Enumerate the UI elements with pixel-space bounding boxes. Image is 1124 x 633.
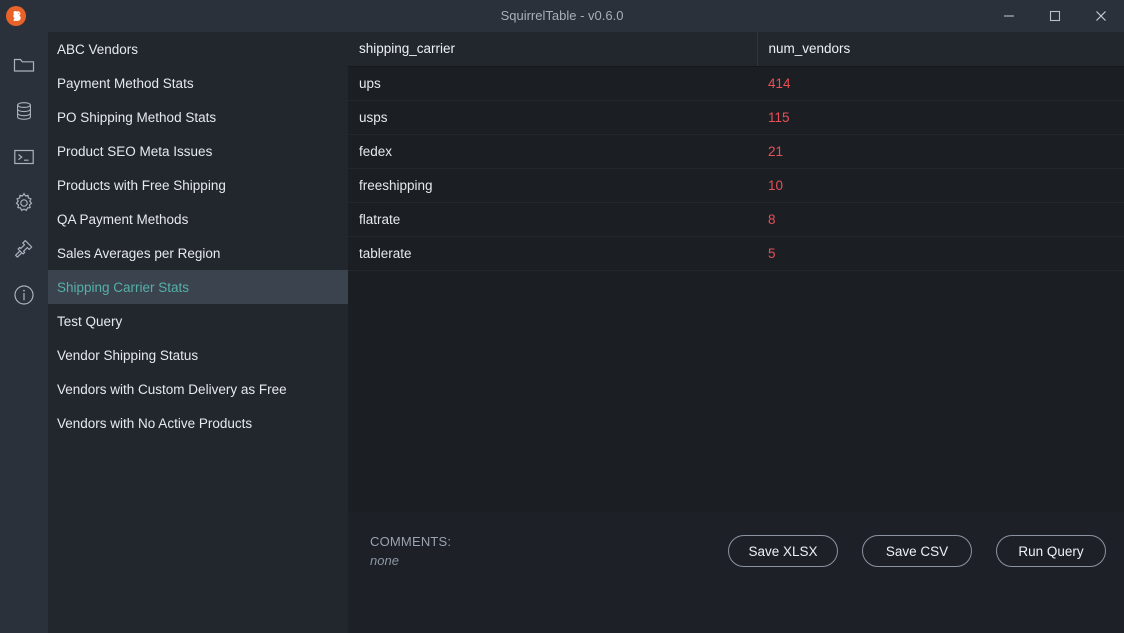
cell-shipping-carrier: fedex xyxy=(348,134,757,169)
sidebar-item-po-shipping-method-stats[interactable]: PO Shipping Method Stats xyxy=(48,100,348,134)
minimize-icon[interactable] xyxy=(986,0,1032,32)
sidebar-item-label: Vendors with No Active Products xyxy=(57,415,253,431)
squirrel-logo-icon xyxy=(6,6,26,26)
info-icon[interactable] xyxy=(0,278,48,312)
sidebar-item-label: Vendor Shipping Status xyxy=(57,347,199,363)
results-table-container: shipping_carrier num_vendors ups 414 usp… xyxy=(348,32,1124,512)
sidebar-item-abc-vendors[interactable]: ABC Vendors xyxy=(48,32,348,66)
table-row[interactable]: tablerate 5 xyxy=(348,236,1124,271)
table-row[interactable]: freeshipping 10 xyxy=(348,168,1124,203)
sidebar-item-label: Products with Free Shipping xyxy=(57,177,226,193)
terminal-icon[interactable] xyxy=(0,140,48,174)
cell-num-vendors: 10 xyxy=(757,168,1124,203)
table-row[interactable]: ups 414 xyxy=(348,66,1124,101)
cell-shipping-carrier: ups xyxy=(348,66,757,101)
gear-icon[interactable] xyxy=(0,186,48,220)
results-table: shipping_carrier num_vendors ups 414 usp… xyxy=(348,32,1124,271)
sidebar-item-qa-payment-methods[interactable]: QA Payment Methods xyxy=(48,202,348,236)
comments-block: COMMENTS: none xyxy=(370,534,451,568)
cell-num-vendors: 115 xyxy=(757,100,1124,135)
sidebar-item-label: Shipping Carrier Stats xyxy=(57,279,190,295)
sidebar-item-vendors-with-custom-delivery-as-free[interactable]: Vendors with Custom Delivery as Free xyxy=(48,372,348,406)
sidebar-item-label: Product SEO Meta Issues xyxy=(57,143,213,159)
query-list: ABC Vendors Payment Method Stats PO Ship… xyxy=(48,32,348,633)
table-body: ups 414 usps 115 fedex 21 freeshipping 1… xyxy=(348,66,1124,271)
table-row[interactable]: fedex 21 xyxy=(348,134,1124,169)
sidebar-item-products-with-free-shipping[interactable]: Products with Free Shipping xyxy=(48,168,348,202)
sidebar-item-payment-method-stats[interactable]: Payment Method Stats xyxy=(48,66,348,100)
cell-num-vendors: 8 xyxy=(757,202,1124,237)
app-window: SquirrelTable - v0.6.0 ABC Vendors Payme… xyxy=(0,0,1124,633)
folder-icon[interactable] xyxy=(0,48,48,82)
sidebar-item-label: Payment Method Stats xyxy=(57,75,194,91)
database-icon[interactable] xyxy=(0,94,48,128)
sidebar-item-label: Vendors with Custom Delivery as Free xyxy=(57,381,287,397)
close-icon[interactable] xyxy=(1078,0,1124,32)
column-header-shipping-carrier[interactable]: shipping_carrier xyxy=(348,32,757,67)
table-header: shipping_carrier num_vendors xyxy=(348,32,1124,67)
maximize-icon[interactable] xyxy=(1032,0,1078,32)
sidebar-item-test-query[interactable]: Test Query xyxy=(48,304,348,338)
sidebar-item-label: PO Shipping Method Stats xyxy=(57,109,217,125)
save-xlsx-button[interactable]: Save XLSX xyxy=(728,535,838,567)
hammer-icon[interactable] xyxy=(0,232,48,266)
sidebar-item-shipping-carrier-stats[interactable]: Shipping Carrier Stats xyxy=(48,270,348,304)
sidebar-item-product-seo-meta-issues[interactable]: Product SEO Meta Issues xyxy=(48,134,348,168)
cell-shipping-carrier: freeshipping xyxy=(348,168,757,203)
save-csv-button[interactable]: Save CSV xyxy=(862,535,972,567)
comments-label: COMMENTS: xyxy=(370,534,452,549)
sidebar-item-label: Test Query xyxy=(57,313,123,329)
action-buttons: Save XLSX Save CSV Run Query xyxy=(728,534,1106,567)
table-header-row: shipping_carrier num_vendors xyxy=(348,32,1124,67)
sidebar-item-vendors-with-no-active-products[interactable]: Vendors with No Active Products xyxy=(48,406,348,440)
sidebar-item-label: ABC Vendors xyxy=(57,41,139,57)
column-header-num-vendors[interactable]: num_vendors xyxy=(756,32,1124,67)
cell-shipping-carrier: tablerate xyxy=(348,236,757,271)
icon-rail xyxy=(0,32,48,633)
cell-num-vendors: 414 xyxy=(757,66,1124,101)
sidebar-item-label: QA Payment Methods xyxy=(57,211,189,227)
table-row[interactable]: usps 115 xyxy=(348,100,1124,135)
comments-value: none xyxy=(370,553,399,568)
cell-shipping-carrier: usps xyxy=(348,100,757,135)
cell-num-vendors: 5 xyxy=(757,236,1124,271)
window-controls xyxy=(986,0,1124,32)
footer-bar: COMMENTS: none Save XLSX Save CSV Run Qu… xyxy=(348,512,1124,633)
title-bar: SquirrelTable - v0.6.0 xyxy=(0,0,1124,32)
sidebar-item-label: Sales Averages per Region xyxy=(57,245,221,261)
table-row[interactable]: flatrate 8 xyxy=(348,202,1124,237)
cell-num-vendors: 21 xyxy=(757,134,1124,169)
run-query-button[interactable]: Run Query xyxy=(996,535,1106,567)
main-panel: shipping_carrier num_vendors ups 414 usp… xyxy=(348,32,1124,633)
sidebar-item-sales-averages-per-region[interactable]: Sales Averages per Region xyxy=(48,236,348,270)
body-area: ABC Vendors Payment Method Stats PO Ship… xyxy=(0,32,1124,633)
sidebar-item-vendor-shipping-status[interactable]: Vendor Shipping Status xyxy=(48,338,348,372)
app-logo xyxy=(0,0,32,32)
window-title: SquirrelTable - v0.6.0 xyxy=(500,8,624,23)
cell-shipping-carrier: flatrate xyxy=(348,202,757,237)
